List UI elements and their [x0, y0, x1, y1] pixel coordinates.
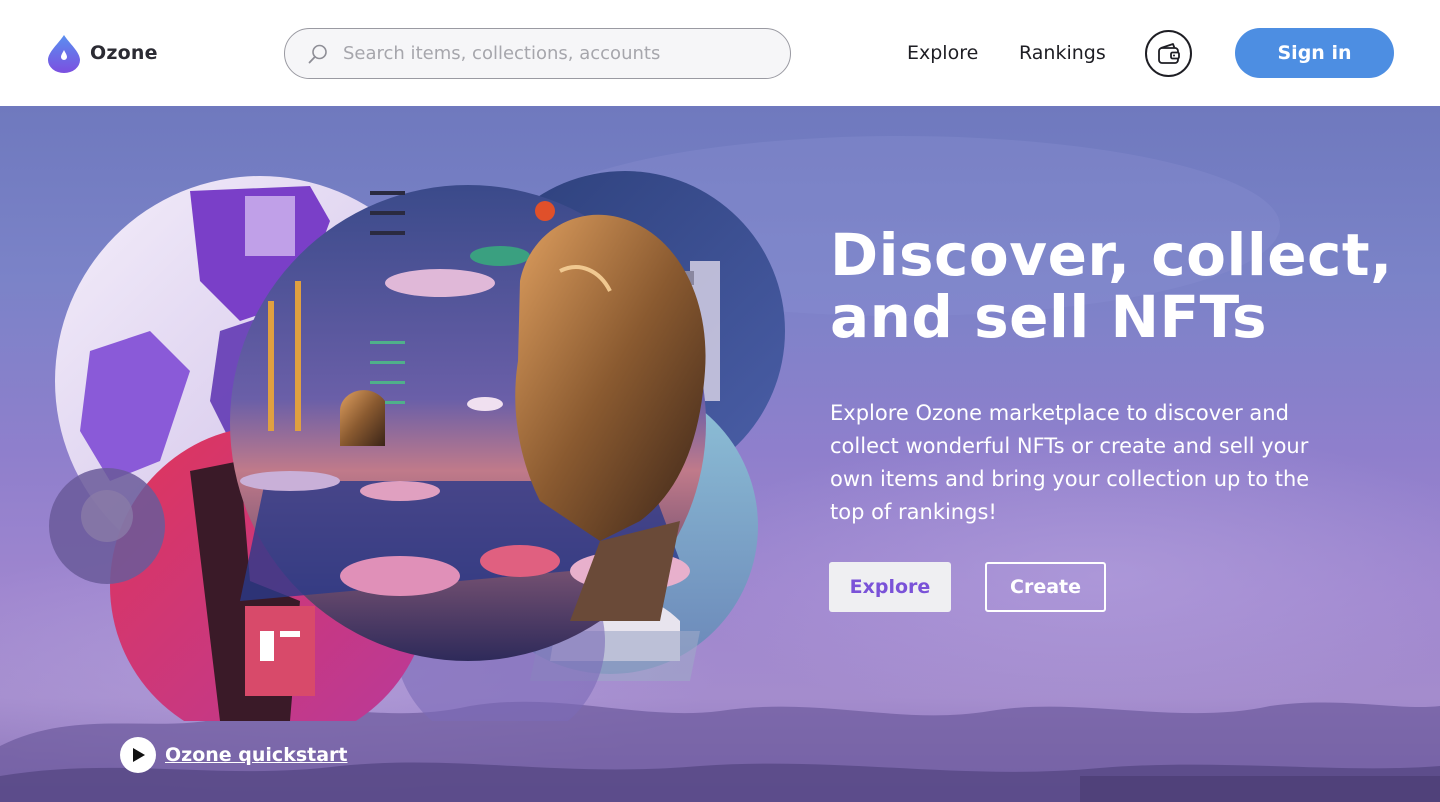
search-icon: [308, 44, 327, 63]
hero-description: Explore Ozone marketplace to discover an…: [830, 401, 1310, 524]
top-navbar: Ozone Explore Rankings Sign in: [0, 0, 1440, 106]
wallet-button[interactable]: [1145, 30, 1192, 77]
search-input[interactable]: [343, 43, 763, 64]
nav-rankings-link[interactable]: Rankings: [1019, 41, 1106, 65]
hero-title: Discover, collect, and sell NFTs: [830, 221, 1393, 351]
search-bar[interactable]: [284, 28, 791, 79]
nft-collage-art: [49, 171, 785, 721]
hero-create-button[interactable]: Create: [985, 562, 1106, 612]
nav-explore-link[interactable]: Explore: [907, 41, 978, 65]
hero-section: Discover, collect, and sell NFTs Explore…: [0, 106, 1440, 802]
logo-text: Ozone: [90, 42, 158, 64]
play-button[interactable]: [120, 737, 156, 773]
logo-link[interactable]: Ozone: [48, 33, 158, 73]
quickstart-link[interactable]: Ozone quickstart: [165, 744, 348, 766]
wallet-icon: [1157, 42, 1180, 64]
play-icon: [133, 748, 145, 762]
droplet-icon: [48, 35, 80, 73]
quickstart-link-group[interactable]: Ozone quickstart: [120, 737, 348, 773]
hero-explore-button[interactable]: Explore: [829, 562, 951, 612]
sign-in-button[interactable]: Sign in: [1235, 28, 1394, 78]
